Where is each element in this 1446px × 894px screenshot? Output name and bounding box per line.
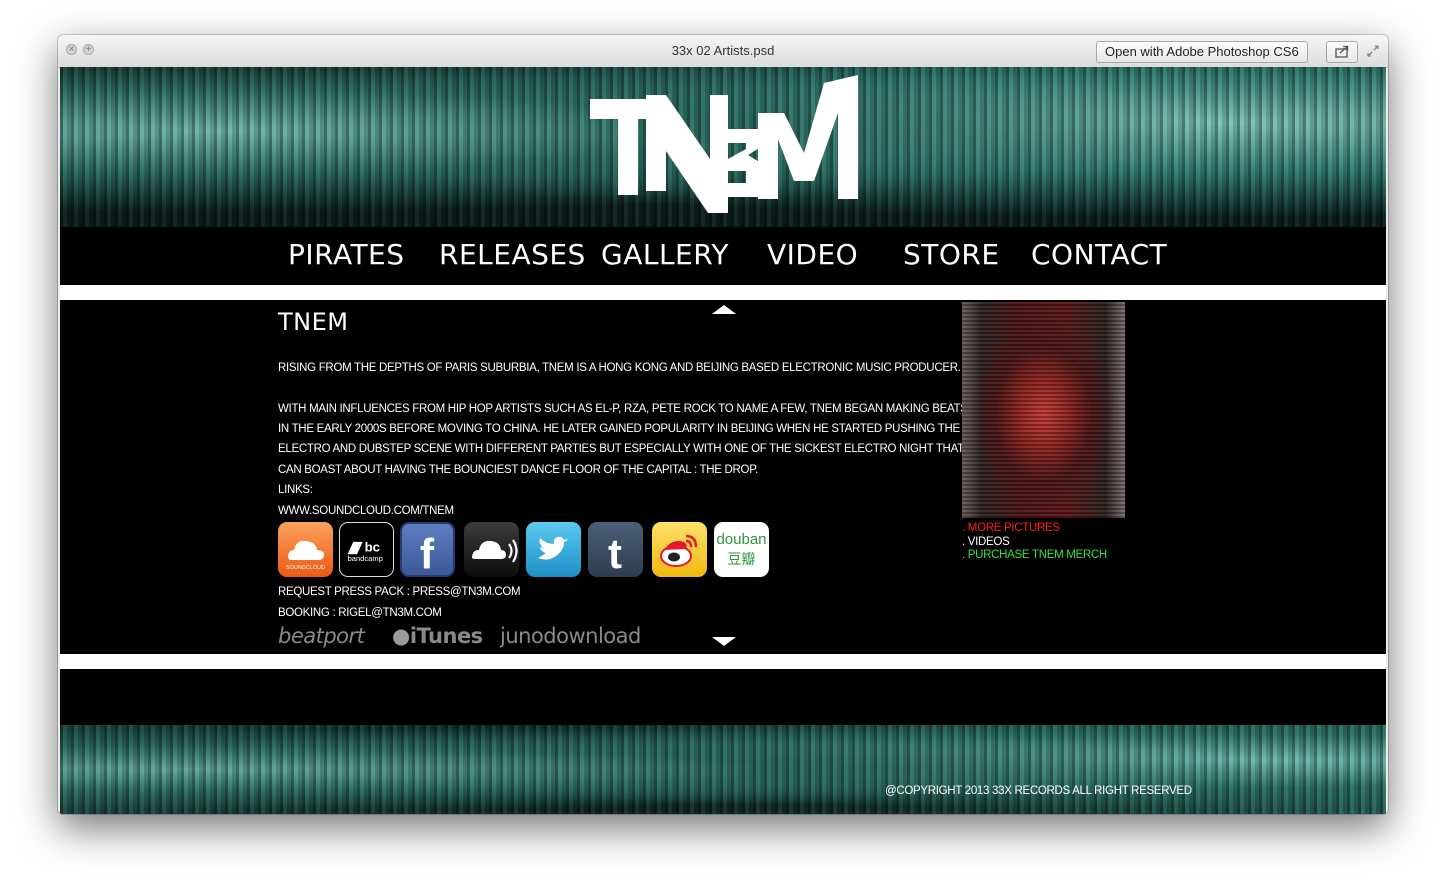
more-pictures-link[interactable]: . MORE PICTURES [962,521,1060,535]
share-icon [1335,45,1349,58]
nav-store[interactable]: STORE [903,237,1000,273]
beatport-logo[interactable]: beatport [278,624,365,648]
itunes-logo[interactable]: ●iTunes [392,624,483,648]
main-nav: PIRATES RELEASES GALLERY VIDEO STORE CON… [60,227,1386,283]
top-divider [60,285,1386,300]
svg-text:豆瓣: 豆瓣 [728,552,756,568]
douban-icon[interactable]: douban 豆瓣 [714,522,769,577]
nav-video[interactable]: VIDEO [767,237,858,273]
footer-banner [60,725,1386,814]
press-contact[interactable]: REQUEST PRESS PACK : PRESS@TN3M.COM [278,582,521,602]
booking-contact[interactable]: BOOKING : RIGEL@TN3M.COM [278,603,442,623]
bio-line: CAN BOAST ABOUT HAVING THE BOUNCIEST DAN… [278,464,758,476]
header-banner [60,67,1386,227]
scroll-up-arrow-icon[interactable] [712,305,736,314]
bio-paragraph-1: RISING FROM THE DEPTHS OF PARIS SUBURBIA… [278,362,961,374]
bandcamp-icon[interactable]: bc bandcamp [339,522,394,577]
bio-line: IN THE EARLY 2000S BEFORE MOVING TO CHIN… [278,423,960,435]
open-with-photoshop-button[interactable]: Open with Adobe Photoshop CS6 [1096,41,1308,63]
svg-text:SOUNDCLOUD: SOUNDCLOUD [286,565,325,571]
soundcloud-icon[interactable]: SOUNDCLOUD [278,522,333,577]
nav-contact[interactable]: CONTACT [1031,237,1167,273]
videos-link[interactable]: . VIDEOS [962,535,1010,549]
weibo-icon[interactable] [652,522,707,577]
svg-text:f: f [420,531,435,575]
twitter-icon[interactable] [526,522,581,577]
cloud-icon[interactable] [464,522,519,577]
window-titlebar: × + 33x 02 Artists.psd Open with Adobe P… [58,35,1388,68]
artist-title: TNEM [278,308,349,336]
purchase-merch-link[interactable]: . PURCHASE TNEM MERCH [962,548,1107,562]
soundcloud-link[interactable]: WWW.SOUNDCLOUD.COM/TNEM [278,501,454,521]
links-label: LINKS: [278,484,313,496]
bio-line: ELECTRO AND DUBSTEP SCENE WITH DIFFERENT… [278,443,964,455]
bio-line: WITH MAIN INFLUENCES FROM HIP HOP ARTIST… [278,403,968,415]
share-button[interactable] [1326,41,1358,63]
junodownload-logo[interactable]: junodownload [500,624,641,648]
svg-text:t: t [608,530,622,577]
scroll-down-arrow-icon[interactable] [712,637,736,646]
fullscreen-icon[interactable] [1366,44,1380,58]
tn3m-logo[interactable] [588,73,860,217]
svg-text:bc: bc [365,539,380,554]
nav-releases[interactable]: RELEASES [439,237,586,273]
preview-window: × + 33x 02 Artists.psd Open with Adobe P… [58,35,1388,814]
nav-gallery[interactable]: GALLERY [601,237,729,273]
facebook-icon[interactable]: f [400,522,455,577]
tumblr-icon[interactable]: t [588,522,643,577]
page-content: PIRATES RELEASES GALLERY VIDEO STORE CON… [60,67,1386,814]
nav-pirates[interactable]: PIRATES [288,237,405,273]
svg-text:douban: douban [716,531,766,548]
bottom-divider [60,654,1386,669]
artist-section: TNEM RISING FROM THE DEPTHS OF PARIS SUB… [60,300,1386,654]
artist-photo[interactable] [962,302,1125,518]
svg-text:bandcamp: bandcamp [348,554,383,563]
apple-icon: ● [392,624,410,648]
copyright-text: @COPYRIGHT 2013 33X RECORDS ALL RIGHT RE… [885,785,1192,797]
